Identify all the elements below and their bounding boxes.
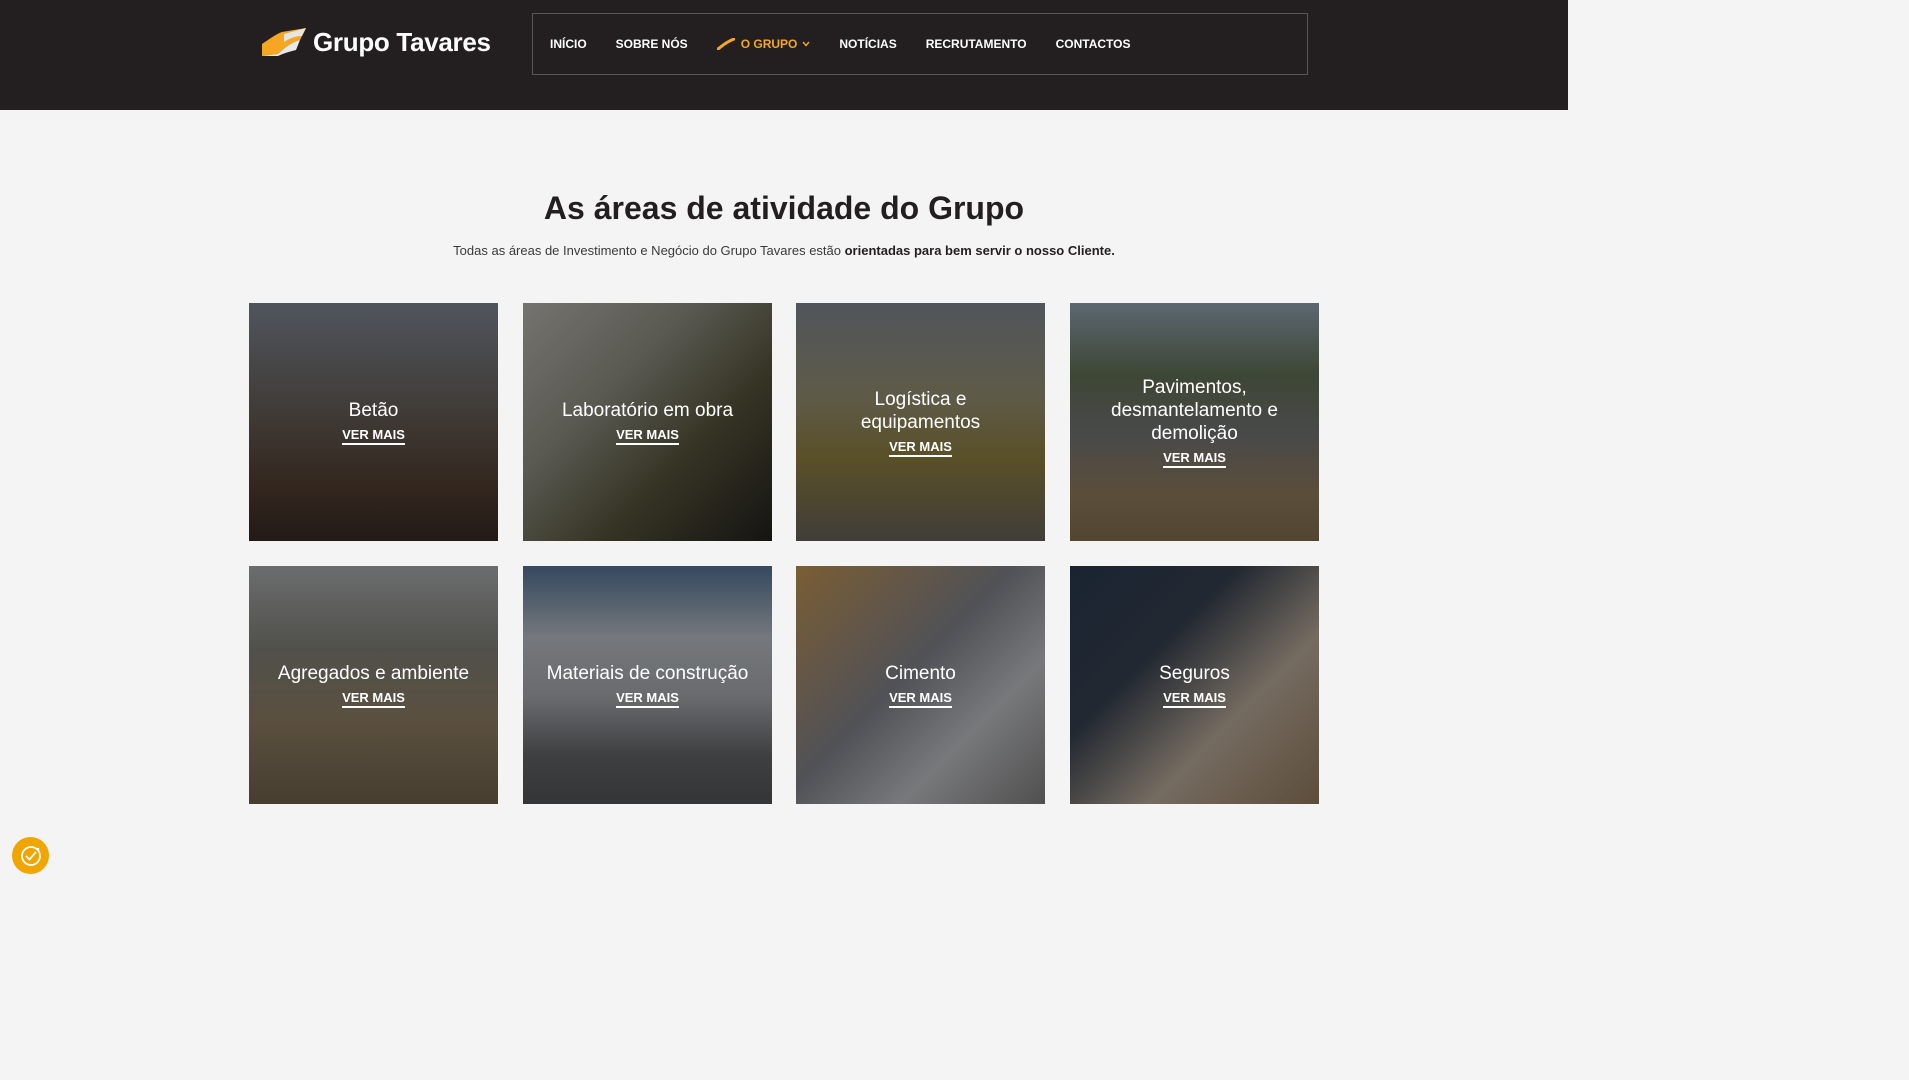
card-materiais[interactable]: Materiais de construção VER MAIS	[523, 566, 772, 804]
nav-item-sobre-nos[interactable]: SOBRE NÓS	[616, 37, 688, 51]
section-title: As áreas de atividade do Grupo	[543, 190, 1025, 226]
section-subtitle: Todas as áreas de Investimento e Negócio…	[0, 243, 1568, 258]
nav-label: NOTÍCIAS	[839, 37, 897, 51]
card-title: Agregados e ambiente	[277, 663, 470, 684]
nav-item-o-grupo[interactable]: O GRUPO	[716, 37, 811, 51]
card-title: Seguros	[1159, 663, 1230, 684]
card-title: Materiais de construção	[546, 663, 749, 684]
ver-mais-link[interactable]: VER MAIS	[1163, 691, 1226, 708]
nav-label: SOBRE NÓS	[615, 37, 688, 51]
ver-mais-link[interactable]: VER MAIS	[616, 428, 679, 445]
card-title: Laboratório em obra	[561, 400, 734, 421]
card-title: Betão	[348, 400, 399, 421]
ver-mais-link[interactable]: VER MAIS	[342, 691, 405, 708]
nav-item-noticias[interactable]: NOTÍCIAS	[839, 37, 896, 51]
nav-item-inicio[interactable]: INÍCIO	[550, 37, 587, 51]
card-betao[interactable]: Betão VER MAIS	[249, 303, 498, 541]
card-title: Cimento	[885, 663, 956, 684]
card-title: Logística e equipamentos	[860, 388, 981, 433]
card-laboratorio[interactable]: Laboratório em obra VER MAIS	[523, 303, 772, 541]
nav-label: CONTACTOS	[1055, 37, 1131, 51]
nav-item-contactos[interactable]: CONTACTOS	[1056, 37, 1131, 51]
card-agregados[interactable]: Agregados e ambiente VER MAIS	[249, 566, 498, 804]
card-pavimentos[interactable]: Pavimentos, desmantelamento e demolição …	[1070, 303, 1319, 541]
ver-mais-link[interactable]: VER MAIS	[889, 691, 952, 708]
subtitle-plain: Todas as áreas de Investimento e Negócio…	[453, 243, 845, 258]
cookie-settings-icon	[20, 845, 41, 866]
activity-grid: Betão VER MAIS Laboratório em obra VER M…	[249, 303, 1319, 804]
site-logo[interactable]: Grupo Tavares	[260, 26, 491, 58]
nav-label: O GRUPO	[740, 37, 798, 51]
logo-text: Grupo Tavares	[313, 26, 491, 57]
subtitle-bold: orientadas para bem servir o nosso Clien…	[844, 243, 1115, 258]
card-logistica[interactable]: Logística e equipamentos VER MAIS	[796, 303, 1045, 541]
nav-item-recrutamento[interactable]: RECRUTAMENTO	[926, 37, 1027, 51]
ver-mais-link[interactable]: VER MAIS	[616, 691, 679, 708]
logo-mark-icon	[262, 28, 306, 56]
nav-label: RECRUTAMENTO	[925, 37, 1027, 51]
card-seguros[interactable]: Seguros VER MAIS	[1070, 566, 1319, 804]
ver-mais-link[interactable]: VER MAIS	[1163, 451, 1226, 468]
ver-mais-link[interactable]: VER MAIS	[889, 439, 952, 457]
ver-mais-link[interactable]: VER MAIS	[342, 428, 405, 445]
main-nav: INÍCIO SOBRE NÓS O GRUPO NOTÍCIAS RECRUT…	[532, 13, 1308, 75]
card-title: Pavimentos, desmantelamento e demolição	[1111, 377, 1278, 444]
nav-label: INÍCIO	[550, 37, 587, 51]
site-header: Grupo Tavares INÍCIO SOBRE NÓS O GRUPO N…	[0, 0, 1568, 110]
cookie-settings-button[interactable]	[12, 837, 49, 874]
card-cimento[interactable]: Cimento VER MAIS	[796, 566, 1045, 804]
chevron-down-icon	[802, 41, 810, 47]
active-swoosh-icon	[716, 38, 735, 50]
